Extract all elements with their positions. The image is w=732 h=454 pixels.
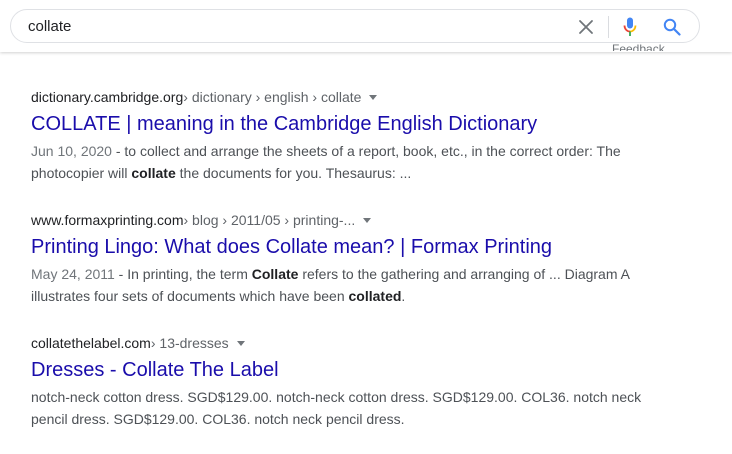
snippet-text: .	[401, 288, 406, 304]
snippet-text: - In printing, the term	[114, 266, 252, 282]
snippet-text: notch-neck cotton dress. SGD$129.00. not…	[31, 389, 642, 427]
snippet-text: the documents for you. Thesaurus: ...	[175, 165, 412, 181]
voice-search-button[interactable]	[619, 16, 641, 38]
result-cite: www.formaxprinting.com › blog › 2011/05 …	[31, 211, 651, 229]
result-snippet: Jun 10, 2020 - to collect and arrange th…	[31, 140, 651, 184]
search-input[interactable]	[28, 16, 568, 36]
search-result: collatethelabel.com › 13-dresses Dresses…	[31, 334, 651, 430]
snippet-highlight: collate	[131, 165, 176, 181]
result-path: › blog › 2011/05 › printing-...	[183, 212, 356, 228]
result-title-link[interactable]: COLLATE | meaning in the Cambridge Engli…	[31, 111, 651, 137]
result-title-link[interactable]: Printing Lingo: What does Collate mean? …	[31, 234, 651, 260]
result-snippet: May 24, 2011 - In printing, the term Col…	[31, 263, 651, 307]
search-result: dictionary.cambridge.org › dictionary › …	[31, 88, 651, 184]
result-site: collatethelabel.com	[31, 335, 151, 351]
chevron-down-icon[interactable]	[236, 340, 245, 346]
clear-search-button[interactable]	[575, 16, 597, 38]
result-date: May 24, 2011	[31, 266, 115, 282]
search-result: www.formaxprinting.com › blog › 2011/05 …	[31, 211, 651, 307]
result-cite: dictionary.cambridge.org › dictionary › …	[31, 88, 651, 106]
feedback-link[interactable]: Feedback	[612, 43, 665, 51]
chevron-down-icon[interactable]	[369, 94, 378, 100]
search-icon	[663, 18, 681, 36]
result-path: › 13-dresses	[150, 335, 229, 351]
result-snippet: notch-neck cotton dress. SGD$129.00. not…	[31, 386, 651, 430]
result-path: › dictionary › english › collate	[183, 89, 362, 105]
search-box-divider	[608, 16, 609, 38]
microphone-icon	[623, 17, 637, 36]
result-title-link[interactable]: Dresses - Collate The Label	[31, 357, 651, 383]
snippet-highlight: collated	[348, 288, 402, 304]
close-icon	[579, 20, 593, 34]
snippet-highlight: Collate	[251, 266, 299, 282]
result-site: dictionary.cambridge.org	[31, 89, 184, 105]
result-site: www.formaxprinting.com	[31, 212, 184, 228]
result-date: Jun 10, 2020	[31, 143, 112, 159]
result-cite: collatethelabel.com › 13-dresses	[31, 334, 651, 352]
search-submit-button[interactable]	[661, 16, 683, 38]
search-box[interactable]	[10, 9, 700, 43]
chevron-down-icon[interactable]	[363, 217, 372, 223]
search-results: dictionary.cambridge.org › dictionary › …	[31, 88, 651, 430]
search-header: Feedback	[0, 0, 732, 52]
